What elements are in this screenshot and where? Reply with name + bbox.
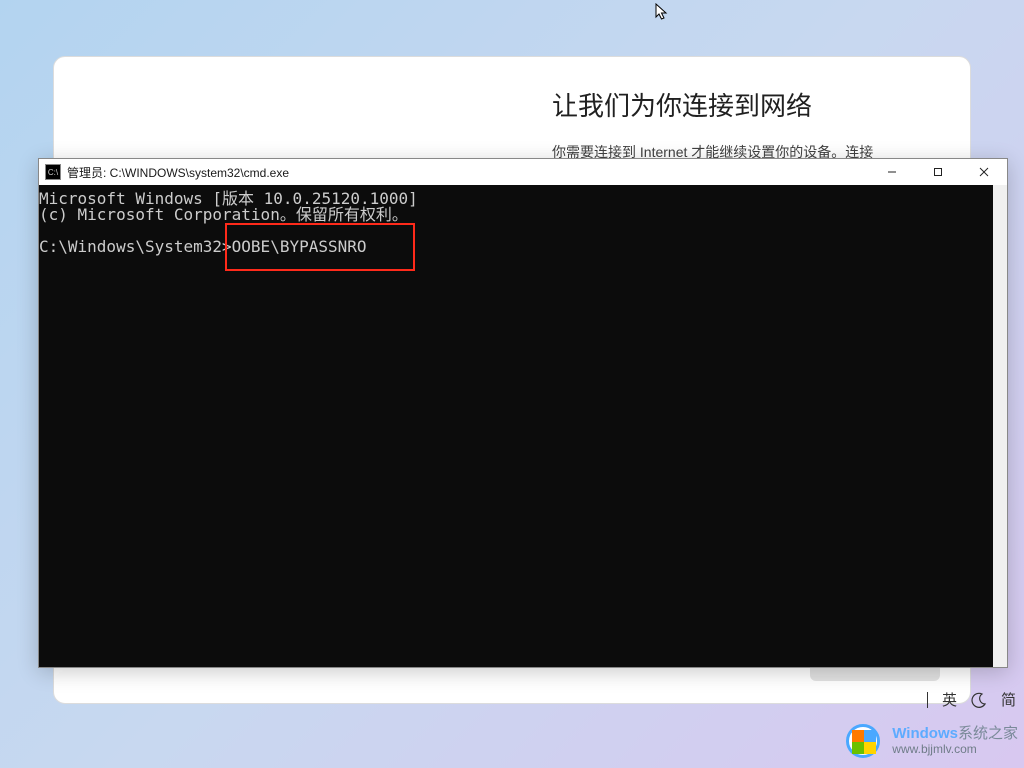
ime-mode[interactable]: 简 [1001, 689, 1016, 710]
ime-separator [927, 692, 928, 708]
ime-language[interactable]: 英 [942, 689, 957, 710]
cursor-icon [655, 3, 669, 21]
cmd-command-input[interactable]: OOBE\BYPASSNRO [232, 237, 367, 256]
scrollbar[interactable] [993, 185, 1007, 667]
watermark-text: Windows系统之家 www.bjjmlv.com [892, 726, 1018, 756]
ime-indicator[interactable]: 英 简 [927, 689, 1016, 710]
watermark-brand-en: Windows [892, 725, 958, 742]
watermark-logo-icon [842, 720, 884, 762]
watermark-url: www.bjjmlv.com [892, 743, 1018, 756]
oobe-text-column: 让我们为你连接到网络 你需要连接到 Internet 才能继续设置你的设备。连接 [552, 90, 932, 163]
oobe-title: 让我们为你连接到网络 [552, 90, 932, 124]
watermark-brand-cn: 系统之家 [958, 725, 1018, 742]
watermark: Windows系统之家 www.bjjmlv.com [842, 720, 1018, 762]
moon-icon[interactable] [971, 692, 987, 708]
cmd-prompt: C:\Windows\System32> [39, 237, 232, 256]
minimize-button[interactable] [869, 159, 915, 185]
maximize-button[interactable] [915, 159, 961, 185]
cmd-titlebar[interactable]: C:\ 管理员: C:\WINDOWS\system32\cmd.exe [39, 159, 1007, 185]
cmd-prompt-line: C:\Windows\System32>OOBE\BYPASSNRO [39, 239, 418, 255]
close-button[interactable] [961, 159, 1007, 185]
cmd-body[interactable]: Microsoft Windows [版本 10.0.25120.1000] (… [39, 185, 1007, 667]
cmd-icon: C:\ [45, 164, 61, 180]
cmd-window-title: 管理员: C:\WINDOWS\system32\cmd.exe [67, 164, 869, 181]
window-controls [869, 159, 1007, 185]
cmd-output-line: (c) Microsoft Corporation。保留所有权利。 [39, 207, 418, 223]
cmd-window: C:\ 管理员: C:\WINDOWS\system32\cmd.exe Mic… [38, 158, 1008, 668]
